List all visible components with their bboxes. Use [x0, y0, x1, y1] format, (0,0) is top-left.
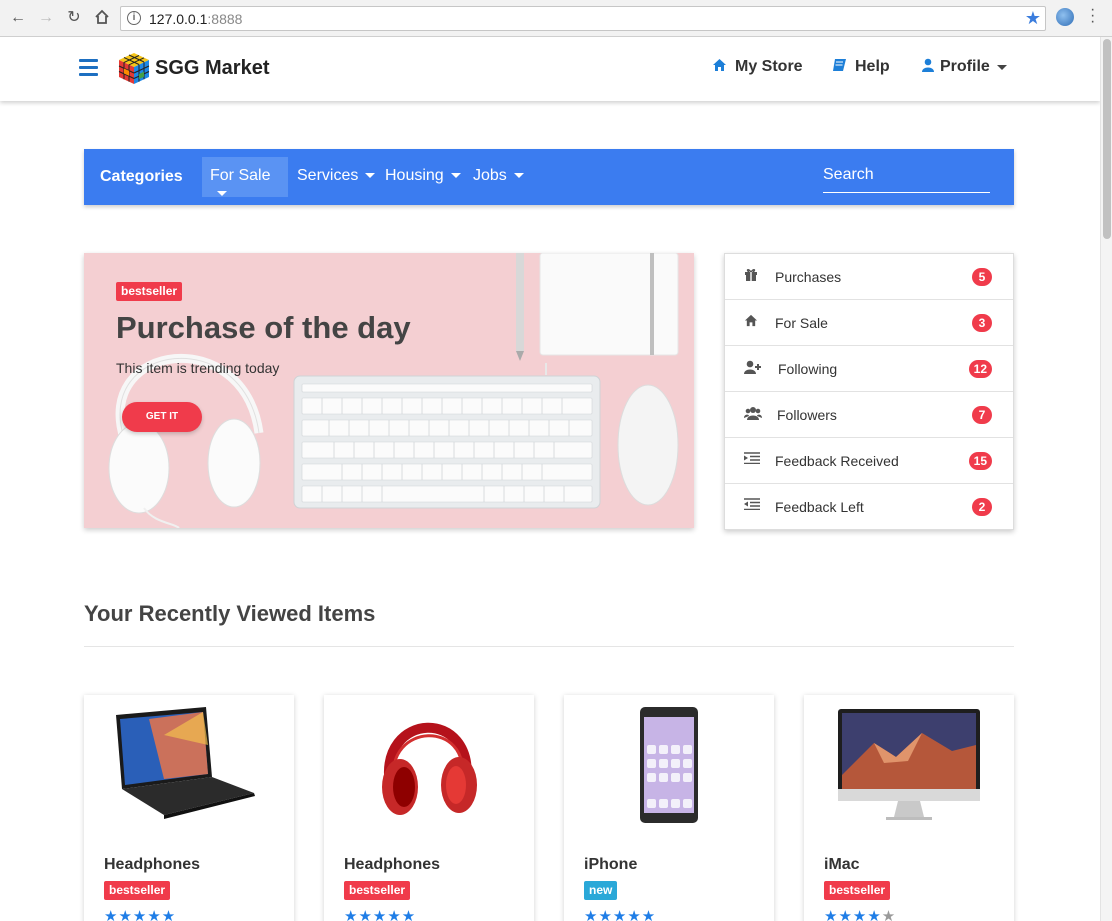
user-plus-icon — [744, 360, 762, 378]
list-item-label: Purchases — [775, 269, 842, 285]
list-item-feedback-received[interactable]: Feedback Received 15 — [725, 438, 1013, 484]
list-item-label: Feedback Left — [775, 499, 864, 515]
hero-subtitle: This item is trending today — [116, 360, 280, 376]
get-it-button[interactable]: GET IT — [122, 402, 202, 432]
categories-bar: Categories For Sale Services Housing Job… — [84, 149, 1014, 205]
chevron-down-icon — [513, 173, 524, 179]
brand-name[interactable]: SGG Market — [155, 57, 269, 80]
nav-help[interactable]: Help — [832, 58, 890, 76]
users-icon — [744, 406, 762, 424]
list-item-for-sale[interactable]: For Sale 3 — [725, 300, 1013, 346]
category-housing[interactable]: Housing — [377, 157, 469, 197]
category-label: Jobs — [473, 167, 507, 184]
category-label: For Sale — [210, 167, 271, 184]
product-card[interactable]: iPhone new ★★★★★ — [564, 695, 774, 921]
count-badge: 3 — [972, 314, 992, 332]
category-label: Services — [297, 167, 359, 184]
list-item-label: Feedback Received — [775, 453, 899, 469]
list-item-label: For Sale — [775, 315, 828, 331]
product-card[interactable]: Headphones bestseller ★★★★★ — [324, 695, 534, 921]
rating-stars: ★★★★★ — [104, 908, 177, 921]
forward-icon[interactable]: → — [36, 8, 56, 28]
product-badge: bestseller — [824, 881, 891, 900]
home-icon[interactable] — [92, 8, 112, 28]
page-scrollbar[interactable] — [1100, 37, 1112, 921]
product-badge: bestseller — [104, 881, 171, 900]
imac-image — [838, 709, 980, 820]
indent-icon — [744, 452, 762, 470]
rating-stars: ★★★★★ — [584, 908, 657, 921]
scrollbar-thumb[interactable] — [1103, 39, 1111, 239]
back-icon[interactable]: ← — [8, 8, 28, 28]
category-label: Housing — [385, 167, 444, 184]
count-badge: 5 — [972, 268, 992, 286]
reload-icon[interactable]: ↻ — [64, 8, 84, 28]
chevron-down-icon — [450, 173, 461, 179]
list-item-label: Following — [778, 361, 838, 377]
list-item-followers[interactable]: Followers 7 — [725, 392, 1013, 438]
book-icon — [832, 58, 847, 76]
product-badge: new — [584, 881, 618, 900]
outdent-icon — [744, 498, 762, 516]
phone-image — [640, 707, 698, 823]
count-badge: 2 — [972, 498, 992, 516]
top-header: SGG Market My Store Help Profile — [0, 37, 1100, 101]
category-for-sale[interactable]: For Sale — [202, 157, 288, 197]
category-jobs[interactable]: Jobs — [465, 157, 532, 197]
count-badge: 7 — [972, 406, 992, 424]
nav-profile[interactable]: Profile — [922, 58, 1007, 76]
rubiks-cube-logo[interactable] — [118, 52, 151, 85]
rating-stars: ★★★★★ — [344, 908, 417, 921]
gift-icon — [744, 268, 762, 286]
bookmark-star-icon[interactable]: ★ — [1025, 8, 1041, 29]
menu-dots-icon[interactable]: · · · — [1090, 2, 1096, 30]
account-summary-list: Purchases 5 For Sale 3 Following 12 Foll… — [724, 253, 1014, 530]
hero-banner: bestseller Purchase of the day This item… — [84, 253, 694, 528]
nav-my-store[interactable]: My Store — [712, 58, 803, 76]
url-text: 127.0.0.1:8888 — [149, 11, 243, 27]
divider — [84, 646, 1014, 647]
hero-badge: bestseller — [116, 282, 183, 301]
product-name[interactable]: Headphones — [344, 856, 440, 874]
count-badge: 15 — [968, 452, 992, 470]
user-icon — [922, 58, 934, 76]
product-badge: bestseller — [344, 881, 411, 900]
section-title: Your Recently Viewed Items — [84, 601, 376, 626]
chevron-down-icon — [996, 64, 1007, 70]
nav-label: My Store — [735, 58, 803, 75]
rating-stars: ★★★★★ — [824, 908, 897, 921]
search-input[interactable]: Search — [823, 164, 990, 193]
product-name[interactable]: iMac — [824, 856, 860, 874]
product-name[interactable]: Headphones — [104, 856, 200, 874]
list-item-following[interactable]: Following 12 — [725, 346, 1013, 392]
category-services[interactable]: Services — [289, 157, 383, 197]
browser-toolbar: ← → ↻ i 127.0.0.1:8888 ★ · · · — [0, 0, 1112, 37]
count-badge: 12 — [968, 360, 992, 378]
product-card[interactable]: Headphones bestseller ★★★★★ — [84, 695, 294, 921]
laptop-image — [116, 707, 255, 819]
list-item-purchases[interactable]: Purchases 5 — [725, 254, 1013, 300]
hamburger-menu-icon[interactable] — [79, 59, 98, 76]
list-item-label: Followers — [777, 407, 837, 423]
categories-title: Categories — [100, 168, 183, 185]
chevron-down-icon — [217, 191, 227, 197]
info-icon[interactable]: i — [127, 11, 141, 25]
headphones-image — [382, 722, 477, 815]
nav-label: Help — [855, 58, 890, 75]
page: SGG Market My Store Help Profile Categor… — [0, 37, 1100, 921]
product-name[interactable]: iPhone — [584, 856, 637, 874]
chevron-down-icon — [365, 173, 376, 179]
home-icon — [744, 314, 762, 332]
hero-title: Purchase of the day — [116, 310, 411, 345]
home-icon — [712, 58, 727, 76]
extension-globe-icon[interactable] — [1056, 8, 1074, 26]
product-card[interactable]: iMac bestseller ★★★★★ — [804, 695, 1014, 921]
address-bar[interactable]: i 127.0.0.1:8888 ★ — [120, 6, 1046, 31]
list-item-feedback-left[interactable]: Feedback Left 2 — [725, 484, 1013, 530]
nav-label: Profile — [940, 58, 990, 75]
